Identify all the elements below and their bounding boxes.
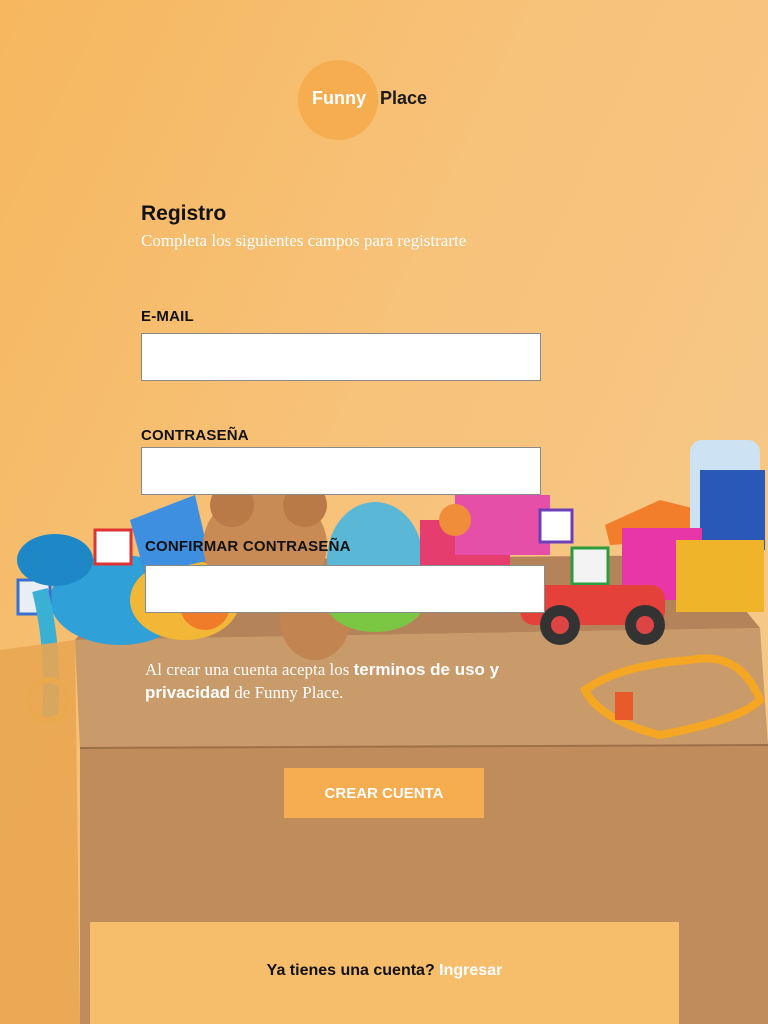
- login-prompt: Ya tienes una cuenta? Ingresar: [90, 962, 679, 980]
- login-question: Ya tienes una cuenta?: [266, 962, 440, 979]
- terms-prefix: Al crear una cuenta acepta los: [145, 660, 354, 679]
- toys-box-background-image: [0, 440, 768, 1024]
- login-link[interactable]: Ingresar: [439, 962, 502, 979]
- confirm-password-input[interactable]: [145, 565, 545, 613]
- terms-suffix: de Funny Place.: [230, 683, 344, 702]
- page-title: Registro: [141, 202, 227, 225]
- page-subtitle: Completa los siguientes campos para regi…: [141, 231, 467, 250]
- terms-notice: Al crear una cuenta acepta los terminos …: [145, 658, 565, 704]
- logo-word-funny: Funny: [312, 88, 366, 108]
- email-label: E-MAIL: [141, 308, 194, 325]
- password-input[interactable]: [141, 447, 541, 495]
- email-input[interactable]: [141, 333, 541, 381]
- password-label: CONTRASEÑA: [141, 427, 249, 444]
- confirm-password-label: CONFIRMAR CONTRASEÑA: [145, 538, 351, 555]
- login-footer: Ya tienes una cuenta? Ingresar: [90, 922, 679, 1024]
- logo-word-place: Place: [380, 88, 428, 108]
- create-account-button[interactable]: CREAR CUENTA: [284, 768, 484, 818]
